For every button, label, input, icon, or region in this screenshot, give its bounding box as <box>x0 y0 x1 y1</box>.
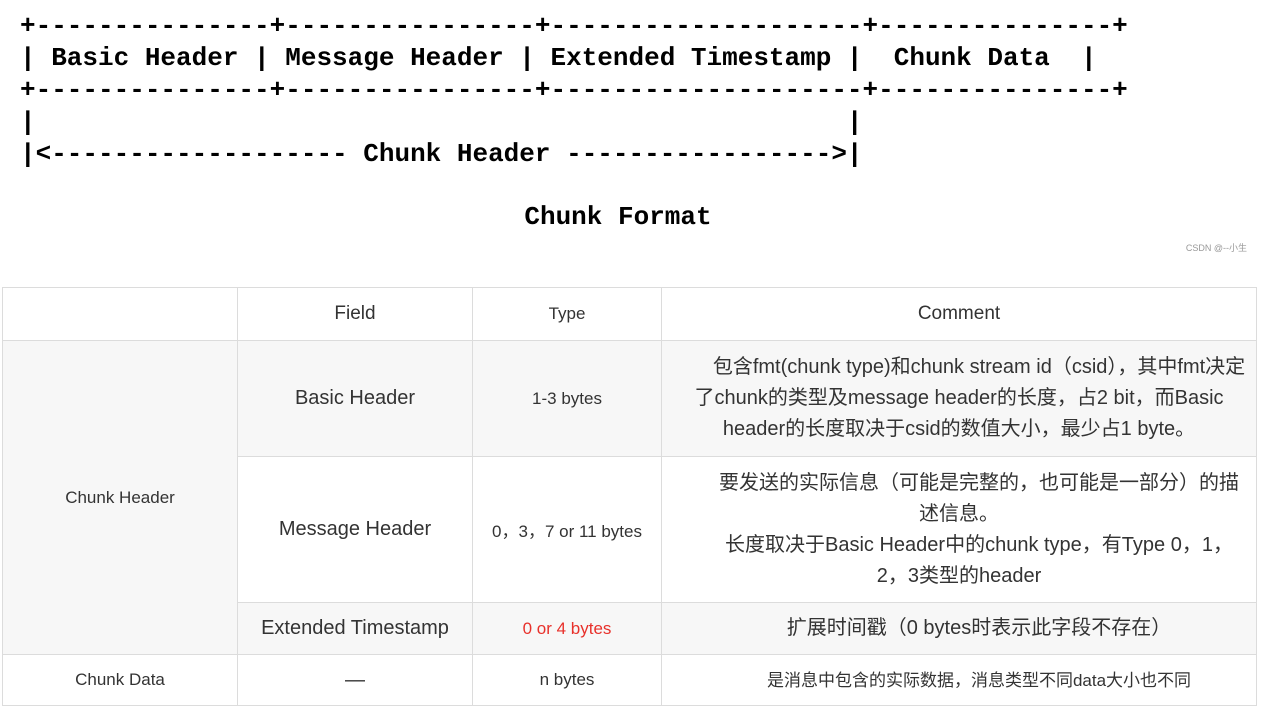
header-type: Type <box>472 287 662 341</box>
comment-message-header-line2: 长度取决于Basic Header中的chunk type，有Type 0，1，… <box>725 533 1233 587</box>
comment-chunk-data: 是消息中包含的实际数据，消息类型不同data大小也不同 <box>661 654 1257 706</box>
table-row: Chunk Data — n bytes 是消息中包含的实际数据，消息类型不同d… <box>2 654 1257 706</box>
diagram-line-5: |<------------------- Chunk Header -----… <box>20 139 863 169</box>
header-comment: Comment <box>661 287 1257 341</box>
diagram-line-2: | Basic Header | Message Header | Extend… <box>20 43 1097 73</box>
group-chunk-data: Chunk Data <box>2 654 238 706</box>
comment-basic-header: 包含fmt(chunk type)和chunk stream id（csid），… <box>661 340 1257 457</box>
header-empty <box>2 287 238 341</box>
table-row: Chunk Header Basic Header 1-3 bytes 包含fm… <box>2 340 1257 655</box>
comment-message-header: 要发送的实际信息（可能是完整的，也可能是一部分）的描述信息。 长度取决于Basi… <box>661 456 1257 603</box>
group-chunk-header: Chunk Header <box>2 340 238 655</box>
type-basic-header: 1-3 bytes <box>472 340 662 457</box>
watermark: CSDN @--小生 <box>1185 243 1247 253</box>
diagram-title: Chunk Format <box>524 202 712 232</box>
type-extended-timestamp: 0 or 4 bytes <box>472 602 662 655</box>
field-message-header: Message Header <box>237 456 473 603</box>
ascii-diagram: +---------------+----------------+------… <box>20 10 1128 170</box>
type-chunk-data: n bytes <box>472 654 662 706</box>
table-header-row: Field Type Comment <box>2 287 1257 341</box>
comment-message-header-line1: 要发送的实际信息（可能是完整的，也可能是一部分）的描述信息。 <box>719 471 1239 525</box>
diagram-line-4: | | <box>20 107 863 137</box>
chunk-format-table: Field Type Comment Chunk Header Basic He… <box>2 287 1257 706</box>
comment-basic-header-text: 包含fmt(chunk type)和chunk stream id（csid），… <box>694 356 1246 440</box>
comment-extended-timestamp: 扩展时间戳（0 bytes时表示此字段不存在） <box>661 602 1257 655</box>
header-field: Field <box>237 287 473 341</box>
diagram-line-1: +---------------+----------------+------… <box>20 11 1128 41</box>
field-chunk-data: — <box>237 654 473 706</box>
field-basic-header: Basic Header <box>237 340 473 457</box>
field-extended-timestamp: Extended Timestamp <box>237 602 473 655</box>
type-message-header: 0，3，7 or 11 bytes <box>472 456 662 603</box>
diagram-line-3: +---------------+----------------+------… <box>20 75 1128 105</box>
